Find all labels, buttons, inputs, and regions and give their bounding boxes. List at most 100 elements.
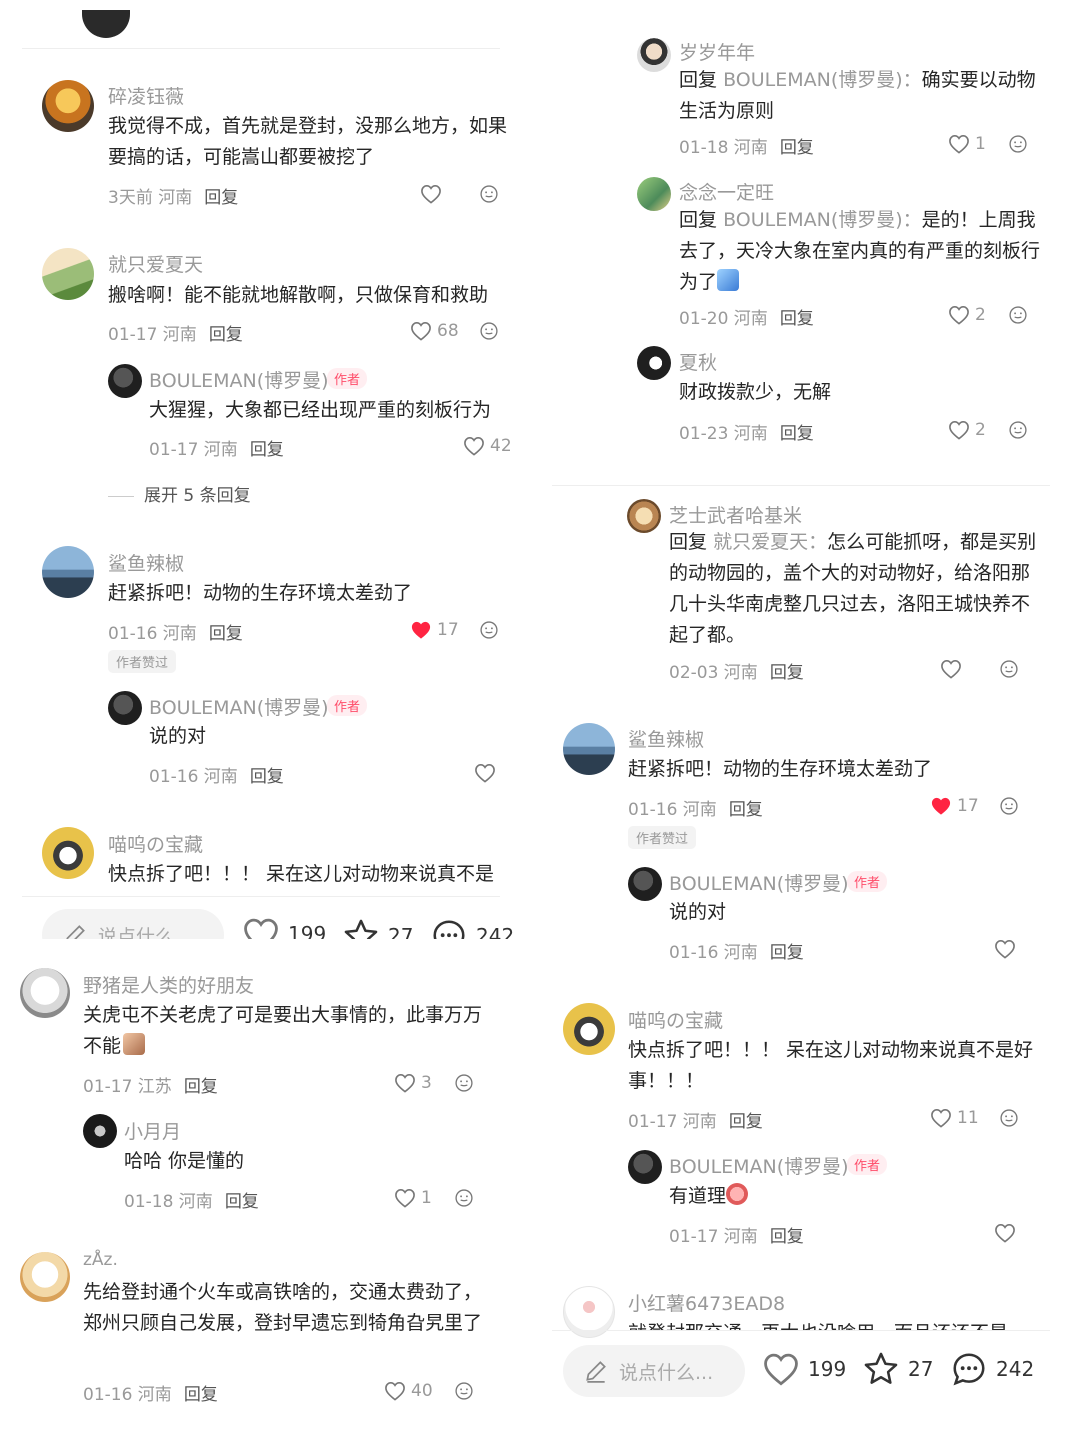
- avatar[interactable]: [20, 1252, 70, 1302]
- reply-button[interactable]: 回复: [780, 424, 814, 444]
- emoji-reaction-icon[interactable]: [999, 659, 1019, 679]
- comment-author[interactable]: 野猪是人类的好朋友: [83, 971, 254, 998]
- reply-author[interactable]: 小月月: [124, 1117, 181, 1144]
- reply-button[interactable]: 回复: [209, 325, 243, 345]
- reply-button[interactable]: 回复: [225, 1192, 259, 1212]
- emoji-reaction-icon[interactable]: [999, 1108, 1019, 1128]
- comment-author[interactable]: zÅz.: [83, 1250, 118, 1270]
- comment-author[interactable]: 就只爱夏天: [108, 250, 203, 277]
- reply-to-user[interactable]: 就只爱夏天：: [713, 531, 827, 553]
- comment-author[interactable]: 鲨鱼辣椒: [628, 725, 704, 752]
- like-button[interactable]: 68: [410, 321, 459, 341]
- avatar[interactable]: [42, 80, 94, 132]
- emoji-reaction-icon[interactable]: [1008, 134, 1028, 154]
- comment-input[interactable]: 说点什么...: [42, 909, 224, 939]
- reply-button[interactable]: 回复: [204, 188, 238, 208]
- like-button[interactable]: [420, 184, 442, 204]
- emoji-reaction-icon[interactable]: [1008, 420, 1028, 440]
- emoji-reaction-icon[interactable]: [1008, 305, 1028, 325]
- avatar[interactable]: [42, 248, 94, 300]
- like-button[interactable]: [994, 1223, 1016, 1243]
- comment-count-button[interactable]: 242: [950, 1350, 1034, 1388]
- avatar[interactable]: [637, 177, 671, 211]
- reply-button[interactable]: 回复: [184, 1385, 218, 1405]
- reply-to-user[interactable]: BOULEMAN(博罗曼)：: [723, 209, 922, 231]
- like-button[interactable]: 17: [930, 796, 979, 816]
- reply-button[interactable]: 回复: [780, 138, 814, 158]
- reply-button[interactable]: 回复: [184, 1077, 218, 1097]
- emoji-reaction-icon[interactable]: [454, 1073, 474, 1093]
- avatar[interactable]: [628, 1150, 662, 1184]
- like-button[interactable]: 3: [394, 1073, 432, 1093]
- reply-button[interactable]: 回复: [770, 943, 804, 963]
- reply-button[interactable]: 回复: [770, 663, 804, 683]
- avatar[interactable]: [108, 364, 142, 398]
- avatar[interactable]: [108, 691, 142, 725]
- reply-button[interactable]: 回复: [729, 1112, 763, 1132]
- avatar[interactable]: [20, 968, 70, 1018]
- avatar[interactable]: [628, 867, 662, 901]
- like-button[interactable]: 17: [410, 620, 459, 640]
- like-button[interactable]: [940, 659, 962, 679]
- like-button[interactable]: 11: [930, 1108, 979, 1128]
- reply-author[interactable]: BOULEMAN(博罗曼): [149, 366, 329, 393]
- like-button[interactable]: 42: [463, 436, 512, 456]
- reply-author[interactable]: BOULEMAN(博罗曼): [149, 693, 329, 720]
- comment-author[interactable]: 鲨鱼辣椒: [108, 549, 184, 576]
- comment-text: 赶紧拆吧！动物的生存环境太差劲了: [628, 758, 933, 780]
- reply-button[interactable]: 回复: [250, 767, 284, 787]
- comment-text: 关虎屯不关老虎了可是要出大事情的，此事万万不能: [83, 1000, 488, 1062]
- emoji-reaction-icon[interactable]: [479, 620, 499, 640]
- reply-button[interactable]: 回复: [250, 440, 284, 460]
- reply-author[interactable]: 念念一定旺: [679, 178, 774, 205]
- reply-button[interactable]: 回复: [770, 1227, 804, 1247]
- emoji-reaction-icon[interactable]: [479, 321, 499, 341]
- expand-replies-button[interactable]: 展开 5 条回复: [108, 481, 251, 506]
- reply-author[interactable]: 芝士武者哈基米: [669, 501, 802, 528]
- comment-author[interactable]: 小红薯6473EAD8: [628, 1289, 785, 1316]
- comment-author[interactable]: 喵呜の宝藏: [108, 830, 203, 857]
- reply-author[interactable]: BOULEMAN(博罗曼): [669, 869, 849, 896]
- like-button[interactable]: [474, 763, 496, 783]
- collect-button[interactable]: 27: [862, 1350, 933, 1388]
- avatar[interactable]: [82, 10, 130, 38]
- comment-count-button[interactable]: 242: [430, 917, 514, 939]
- comment-input[interactable]: 说点什么...: [563, 1345, 745, 1397]
- comment-meta: 01-17 河南 回复: [628, 1107, 763, 1132]
- reply-button[interactable]: 回复: [729, 800, 763, 820]
- reply-author[interactable]: BOULEMAN(博罗曼): [669, 1152, 849, 1179]
- like-button[interactable]: 1: [394, 1188, 432, 1208]
- avatar[interactable]: [563, 723, 615, 775]
- collect-button[interactable]: 27: [342, 917, 413, 939]
- emoji-reaction-icon[interactable]: [479, 184, 499, 204]
- avatar[interactable]: [637, 346, 671, 380]
- reply-text: 有道理: [669, 1181, 999, 1212]
- emoji-reaction-icon[interactable]: [999, 796, 1019, 816]
- like-button[interactable]: [994, 939, 1016, 959]
- avatar[interactable]: [83, 1114, 117, 1148]
- like-button[interactable]: 1: [948, 134, 986, 154]
- reply-button[interactable]: 回复: [780, 309, 814, 329]
- reply-to-user[interactable]: BOULEMAN(博罗曼)：: [723, 69, 922, 91]
- emoji-reaction-icon[interactable]: [454, 1188, 474, 1208]
- like-count-button[interactable]: 199: [242, 917, 326, 939]
- like-count: 40: [411, 1381, 433, 1401]
- reply-button[interactable]: 回复: [209, 624, 243, 644]
- comment-input-placeholder: 说点什么...: [98, 925, 193, 940]
- like-button[interactable]: 40: [384, 1381, 433, 1401]
- like-button[interactable]: 2: [948, 305, 986, 325]
- avatar[interactable]: [627, 499, 661, 533]
- avatar[interactable]: [42, 546, 94, 598]
- emoji-reaction-icon[interactable]: [454, 1381, 474, 1401]
- reply-author[interactable]: 夏秋: [679, 348, 717, 375]
- comment-author[interactable]: 喵呜の宝藏: [628, 1006, 723, 1033]
- avatar[interactable]: [563, 1003, 615, 1055]
- avatar[interactable]: [42, 827, 94, 879]
- heart-icon: [474, 763, 496, 783]
- comment-input-placeholder: 说点什么...: [619, 1361, 714, 1384]
- like-button[interactable]: 2: [948, 420, 986, 440]
- comment-author[interactable]: 碎凌钰薇: [108, 82, 184, 109]
- avatar[interactable]: [637, 38, 671, 72]
- reply-author[interactable]: 岁岁年年: [679, 38, 755, 65]
- like-count-button[interactable]: 199: [762, 1352, 846, 1386]
